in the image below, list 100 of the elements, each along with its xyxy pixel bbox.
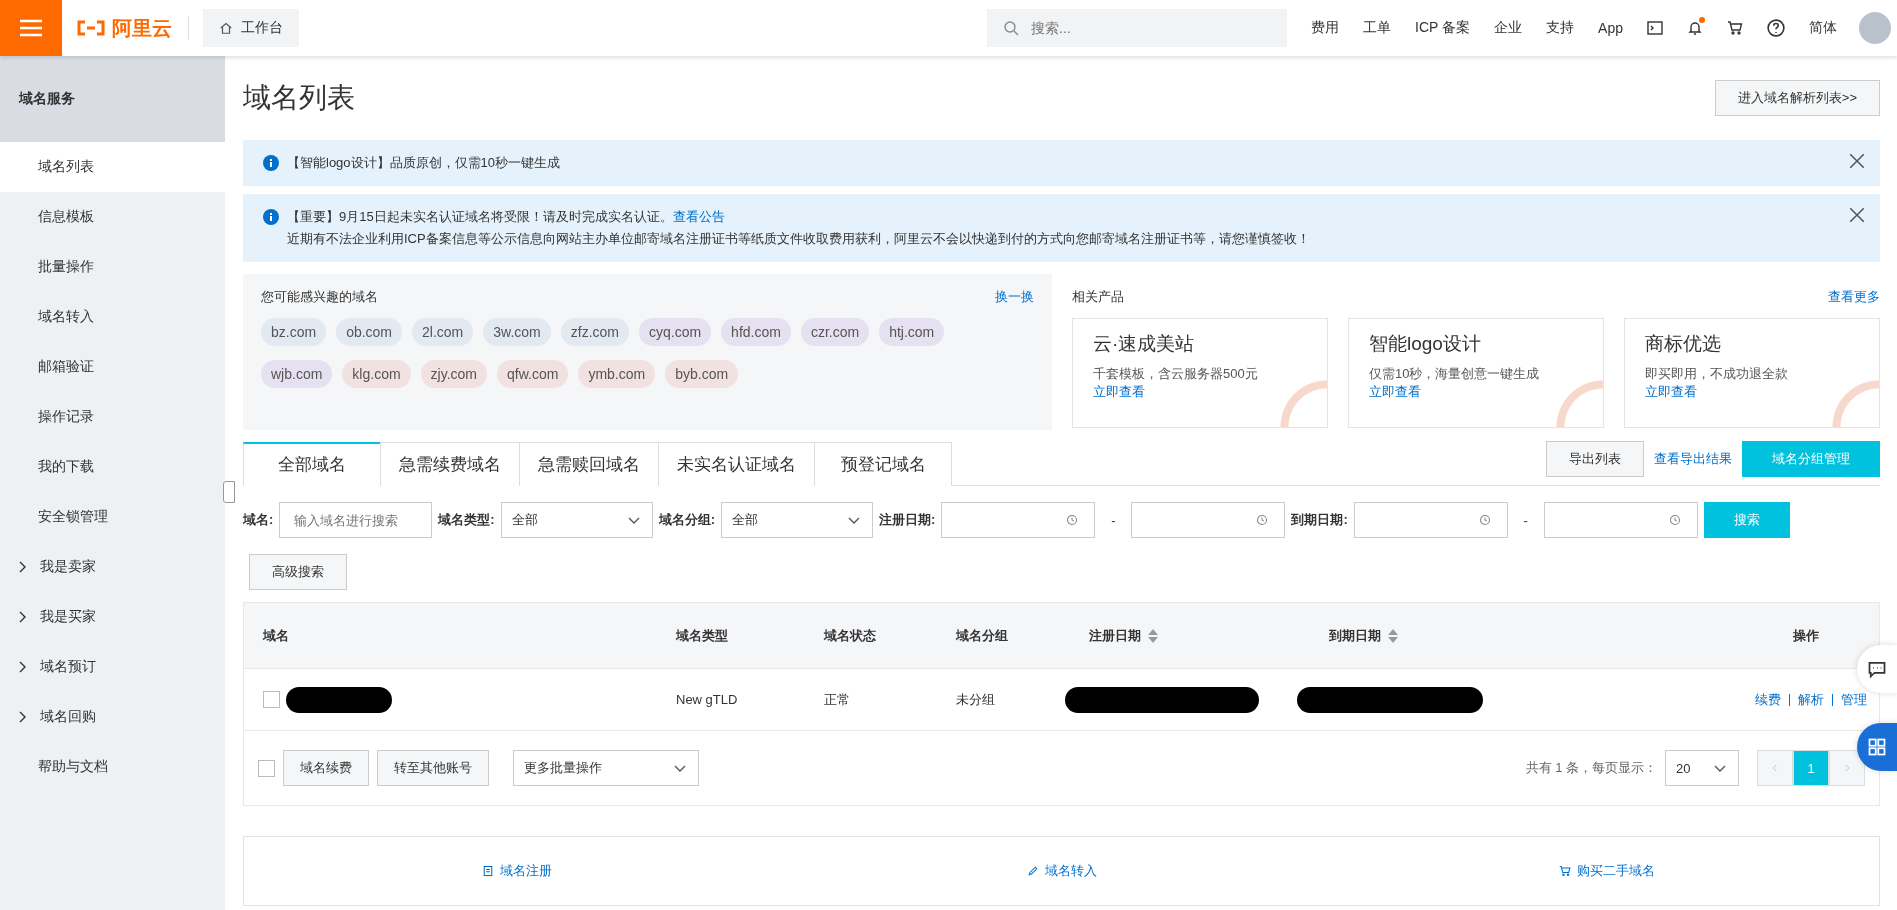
action-link[interactable]: 管理	[1841, 690, 1867, 709]
shortcut-link[interactable]: 域名注册	[244, 837, 789, 905]
nav-link[interactable]: 支持	[1546, 19, 1575, 37]
refresh-link[interactable]: 换一换	[995, 288, 1034, 306]
nav-link[interactable]: App	[1598, 20, 1623, 36]
nav-link[interactable]: 企业	[1494, 19, 1523, 37]
domain-input[interactable]: 输入域名进行搜索	[279, 502, 433, 538]
logo: 阿里云	[62, 16, 189, 40]
sidebar-item[interactable]: 我是买家	[0, 592, 225, 642]
product-link[interactable]: 立即查看	[1645, 383, 1859, 401]
type-select[interactable]: 全部	[500, 502, 653, 538]
product-card[interactable]: 商标优选 即买即用，不成功退全款 立即查看	[1624, 318, 1880, 428]
product-card[interactable]: 云·速成美站 千套模板，含云服务器500元 立即查看	[1072, 318, 1328, 428]
product-link[interactable]: 立即查看	[1369, 383, 1583, 401]
domain-chip[interactable]: hfd.com	[721, 318, 791, 346]
date-field[interactable]	[1353, 502, 1508, 538]
domain-chip[interactable]: ymb.com	[578, 360, 656, 388]
domain-chip[interactable]: wjb.com	[261, 360, 333, 388]
sidebar-item[interactable]: 域名列表	[0, 142, 225, 192]
sidebar-item[interactable]: 我是卖家	[0, 542, 225, 592]
date-field[interactable]	[1543, 502, 1698, 538]
domain-chip[interactable]: bz.com	[261, 318, 327, 346]
domain-chip[interactable]: klg.com	[342, 360, 411, 388]
domain-chip[interactable]: qfw.com	[497, 360, 569, 388]
domain-chip[interactable]: zfz.com	[560, 318, 629, 346]
domain-chip[interactable]: 3w.com	[483, 318, 551, 346]
nav-link[interactable]: ICP 备案	[1415, 19, 1471, 37]
domain-chip[interactable]: czr.com	[800, 318, 870, 346]
sort-icon	[1147, 627, 1159, 644]
advanced-search-button[interactable]: 高级搜索	[249, 554, 347, 590]
search-field[interactable]: 搜索...	[987, 9, 1288, 47]
table-cell-text: New gTLD	[676, 692, 739, 707]
column-header: 域名	[263, 626, 290, 645]
filter-label: 注册日期:	[879, 511, 936, 529]
pagination-summary: 共有 1 条，每页显示：	[1525, 759, 1657, 777]
domain-chip[interactable]: zjy.com	[420, 360, 487, 388]
table-cell-text: 正常	[824, 690, 851, 709]
tab[interactable]: 全部域名	[243, 442, 381, 486]
export-results-link[interactable]: 查看导出结果	[1654, 450, 1732, 468]
clock-icon	[1478, 514, 1491, 526]
sidebar-item[interactable]: 信息模板	[0, 192, 225, 242]
dns-list-button[interactable]: 进入域名解析列表>>	[1714, 80, 1880, 116]
action-link[interactable]: 解析	[1798, 690, 1824, 709]
page-size-select[interactable]: 20	[1665, 750, 1739, 786]
sidebar-item[interactable]: 邮箱验证	[0, 342, 225, 392]
domain-chip[interactable]: ob.com	[336, 318, 403, 346]
column-header: 域名状态	[824, 626, 877, 645]
domain-chip[interactable]: byb.com	[665, 360, 739, 388]
info-icon	[263, 209, 279, 225]
filter-label: 域名类型:	[438, 511, 495, 529]
notice-detail: 近期有不法企业利用ICP备案信息等公示信息向网站主办单位邮寄域名注册证书等纸质文件收取费用获利，阿里云不会以快递到付的方式向您邮寄域名注册证书等，请您谨慎签收！	[287, 230, 1310, 248]
next-page-button[interactable]	[1829, 750, 1865, 786]
product-card[interactable]: 智能logo设计 仅需10秒，海量创意一键生成 立即查看	[1348, 318, 1604, 428]
shortcut-link[interactable]: 购买二手域名	[1334, 837, 1879, 905]
batch-button[interactable]: 域名续费	[283, 750, 369, 786]
batch-button[interactable]: 转至其他账号	[377, 750, 489, 786]
product-link[interactable]: 立即查看	[1093, 383, 1307, 401]
domain-chip[interactable]: cyq.com	[639, 318, 712, 346]
group-select[interactable]: 全部	[721, 502, 874, 538]
sidebar-item[interactable]: 域名回购	[0, 692, 225, 742]
sidebar-item[interactable]: 批量操作	[0, 242, 225, 292]
checkbox[interactable]	[263, 691, 280, 708]
column-header[interactable]: 注册日期	[1089, 626, 1329, 645]
tab[interactable]: 急需续费域名	[380, 442, 520, 486]
sidebar-item[interactable]: 我的下载	[0, 442, 225, 492]
export-button[interactable]: 导出列表	[1546, 441, 1644, 477]
chevron-right-icon	[1842, 762, 1852, 773]
sidebar-item[interactable]: 帮助与文档	[0, 742, 225, 792]
chat-icon	[1867, 659, 1887, 679]
more-link[interactable]: 查看更多	[1828, 288, 1880, 306]
close-icon	[1848, 206, 1866, 224]
date-field[interactable]	[1131, 502, 1286, 538]
collapse-handle[interactable]	[223, 481, 235, 503]
language-link[interactable]: 简体	[1809, 19, 1837, 37]
pencil-icon	[1026, 865, 1039, 877]
notice-link[interactable]: 查看公告	[672, 209, 725, 224]
batch-select[interactable]: 更多批量操作	[513, 750, 699, 786]
nav-link[interactable]: 费用	[1311, 19, 1340, 37]
sidebar-item[interactable]: 操作记录	[0, 392, 225, 442]
sidebar-item[interactable]: 域名转入	[0, 292, 225, 342]
action-link[interactable]: 续费	[1755, 690, 1781, 709]
menu-button[interactable]	[0, 0, 62, 56]
column-header: 域名分组	[956, 626, 1009, 645]
nav-link[interactable]: 工单	[1363, 19, 1392, 37]
select-all-checkbox[interactable]	[258, 759, 275, 777]
workbench-button[interactable]: 工作台	[203, 9, 299, 47]
clock-icon	[1668, 514, 1681, 526]
shortcut-link[interactable]: 域名转入	[789, 837, 1334, 905]
tab[interactable]: 预登记域名	[814, 442, 952, 486]
clock-icon	[1066, 514, 1079, 526]
domain-chip[interactable]: htj.com	[879, 318, 945, 346]
sidebar-item[interactable]: 安全锁管理	[0, 492, 225, 542]
sidebar-item[interactable]: 域名预订	[0, 642, 225, 692]
apps-button[interactable]	[1857, 723, 1897, 771]
cart-icon	[1558, 865, 1571, 877]
tab[interactable]: 未实名认证域名	[658, 442, 815, 486]
domain-chip[interactable]: 2l.com	[412, 318, 474, 346]
date-field[interactable]	[941, 502, 1096, 538]
tab[interactable]: 急需赎回域名	[519, 442, 659, 486]
column-header[interactable]: 到期日期	[1329, 626, 1719, 645]
